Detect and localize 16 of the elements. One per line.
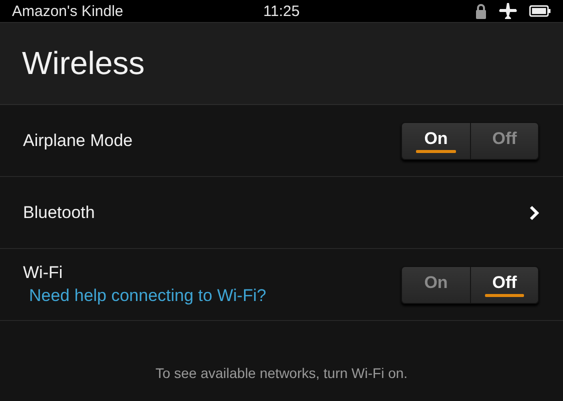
- page-title: Wireless: [22, 45, 145, 82]
- toggle-option[interactable]: On: [402, 122, 470, 158]
- device-name: Amazon's Kindle: [12, 2, 124, 20]
- airplane-icon: [499, 3, 517, 19]
- battery-icon: [529, 5, 551, 17]
- help-link[interactable]: Need help connecting to Wi-Fi?: [29, 286, 266, 306]
- toggle-option[interactable]: Off: [470, 266, 538, 302]
- setting-label: Bluetooth: [23, 202, 95, 222]
- toggle-option[interactable]: On: [402, 266, 470, 302]
- chevron-right-icon[interactable]: [529, 204, 539, 220]
- setting-label: Airplane Mode: [23, 130, 133, 150]
- clock-time: 11:25: [263, 2, 300, 20]
- lock-icon: [475, 4, 487, 18]
- footer-note: To see available networks, turn Wi-Fi on.: [155, 365, 408, 381]
- toggle-option[interactable]: Off: [470, 122, 538, 158]
- setting-label: Wi-Fi: [23, 263, 64, 283]
